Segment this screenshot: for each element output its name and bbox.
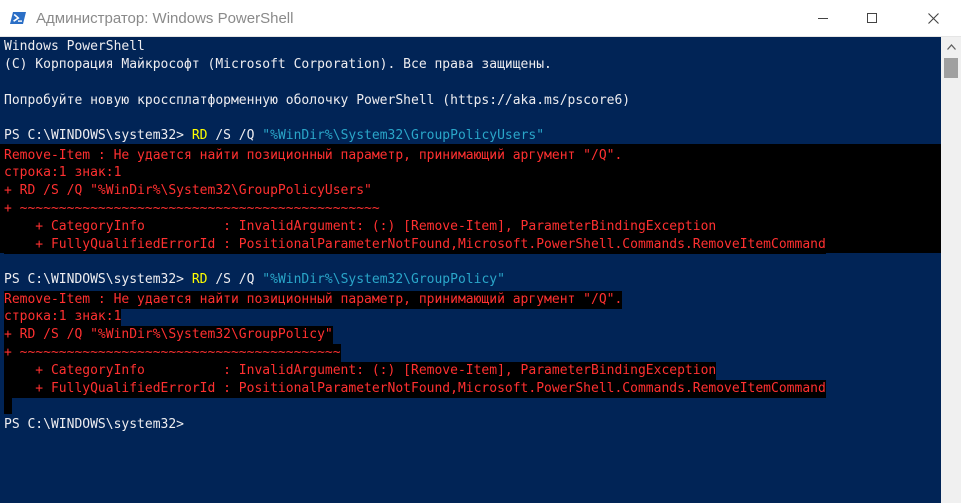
powershell-window: Администратор: Windows PowerShell Window… xyxy=(0,0,961,503)
error-line: + FullyQualifiedErrorId : PositionalPara… xyxy=(4,236,826,254)
powershell-icon xyxy=(10,10,26,26)
scroll-up-button[interactable] xyxy=(941,37,961,54)
error-line: + FullyQualifiedErrorId : PositionalPara… xyxy=(4,380,826,398)
close-icon xyxy=(927,12,939,24)
console-area[interactable]: Windows PowerShell (C) Корпорация Майкро… xyxy=(0,37,941,503)
chevron-up-icon xyxy=(946,37,956,55)
console-header-line: (C) Корпорация Майкрософт (Microsoft Cor… xyxy=(4,57,552,72)
error-line: + RD /S /Q "%WinDir%\System32\GroupPolic… xyxy=(4,326,333,344)
console-prompt-line[interactable]: PS C:\WINDOWS\system32> xyxy=(4,416,184,434)
error-line: + RD /S /Q "%WinDir%\System32\GroupPolic… xyxy=(4,182,372,200)
scrollbar-thumb[interactable] xyxy=(944,58,958,78)
prompt: PS C:\WINDOWS\system32> xyxy=(4,272,192,287)
command-argument: "%WinDir%\System32\GroupPolicyUsers" xyxy=(262,128,545,143)
error-line: Remove-Item : Не удается найти позиционн… xyxy=(4,291,623,309)
error-line: Remove-Item : Не удается найти позиционн… xyxy=(4,147,623,165)
maximize-icon xyxy=(867,13,877,23)
error-line: + ~~~~~~~~~~~~~~~~~~~~~~~~~~~~~~~~~~~~~~… xyxy=(4,344,341,362)
close-button[interactable] xyxy=(910,0,956,36)
error-line: строка:1 знак:1 xyxy=(4,164,122,182)
command-params: /S /Q xyxy=(207,128,263,143)
command-name: RD xyxy=(191,128,208,143)
command-name: RD xyxy=(191,272,208,287)
error-line: + CategoryInfo : InvalidArgument: (:) [R… xyxy=(4,218,717,236)
title-bar[interactable]: Администратор: Windows PowerShell xyxy=(0,0,961,37)
console-command-line: PS C:\WINDOWS\system32> RD /S /Q "%WinDi… xyxy=(4,127,544,145)
error-trailing-block xyxy=(4,397,12,414)
minimize-icon xyxy=(818,13,828,23)
console-header-line: Windows PowerShell xyxy=(4,39,145,54)
console-command-line: PS C:\WINDOWS\system32> RD /S /Q "%WinDi… xyxy=(4,271,505,289)
minimize-button[interactable] xyxy=(800,0,846,36)
maximize-button[interactable] xyxy=(849,0,895,36)
command-params: /S /Q xyxy=(207,272,263,287)
error-line: + CategoryInfo : InvalidArgument: (:) [R… xyxy=(4,362,717,380)
error-line: строка:1 знак:1 xyxy=(4,308,122,326)
console-header-line: Попробуйте новую кроссплатформенную обол… xyxy=(4,93,631,108)
error-line: + ~~~~~~~~~~~~~~~~~~~~~~~~~~~~~~~~~~~~~~… xyxy=(4,200,380,218)
prompt: PS C:\WINDOWS\system32> xyxy=(4,128,192,143)
command-argument: "%WinDir%\System32\GroupPolicy" xyxy=(262,272,505,287)
window-title: Администратор: Windows PowerShell xyxy=(36,10,294,27)
vertical-scrollbar[interactable] xyxy=(941,37,961,503)
